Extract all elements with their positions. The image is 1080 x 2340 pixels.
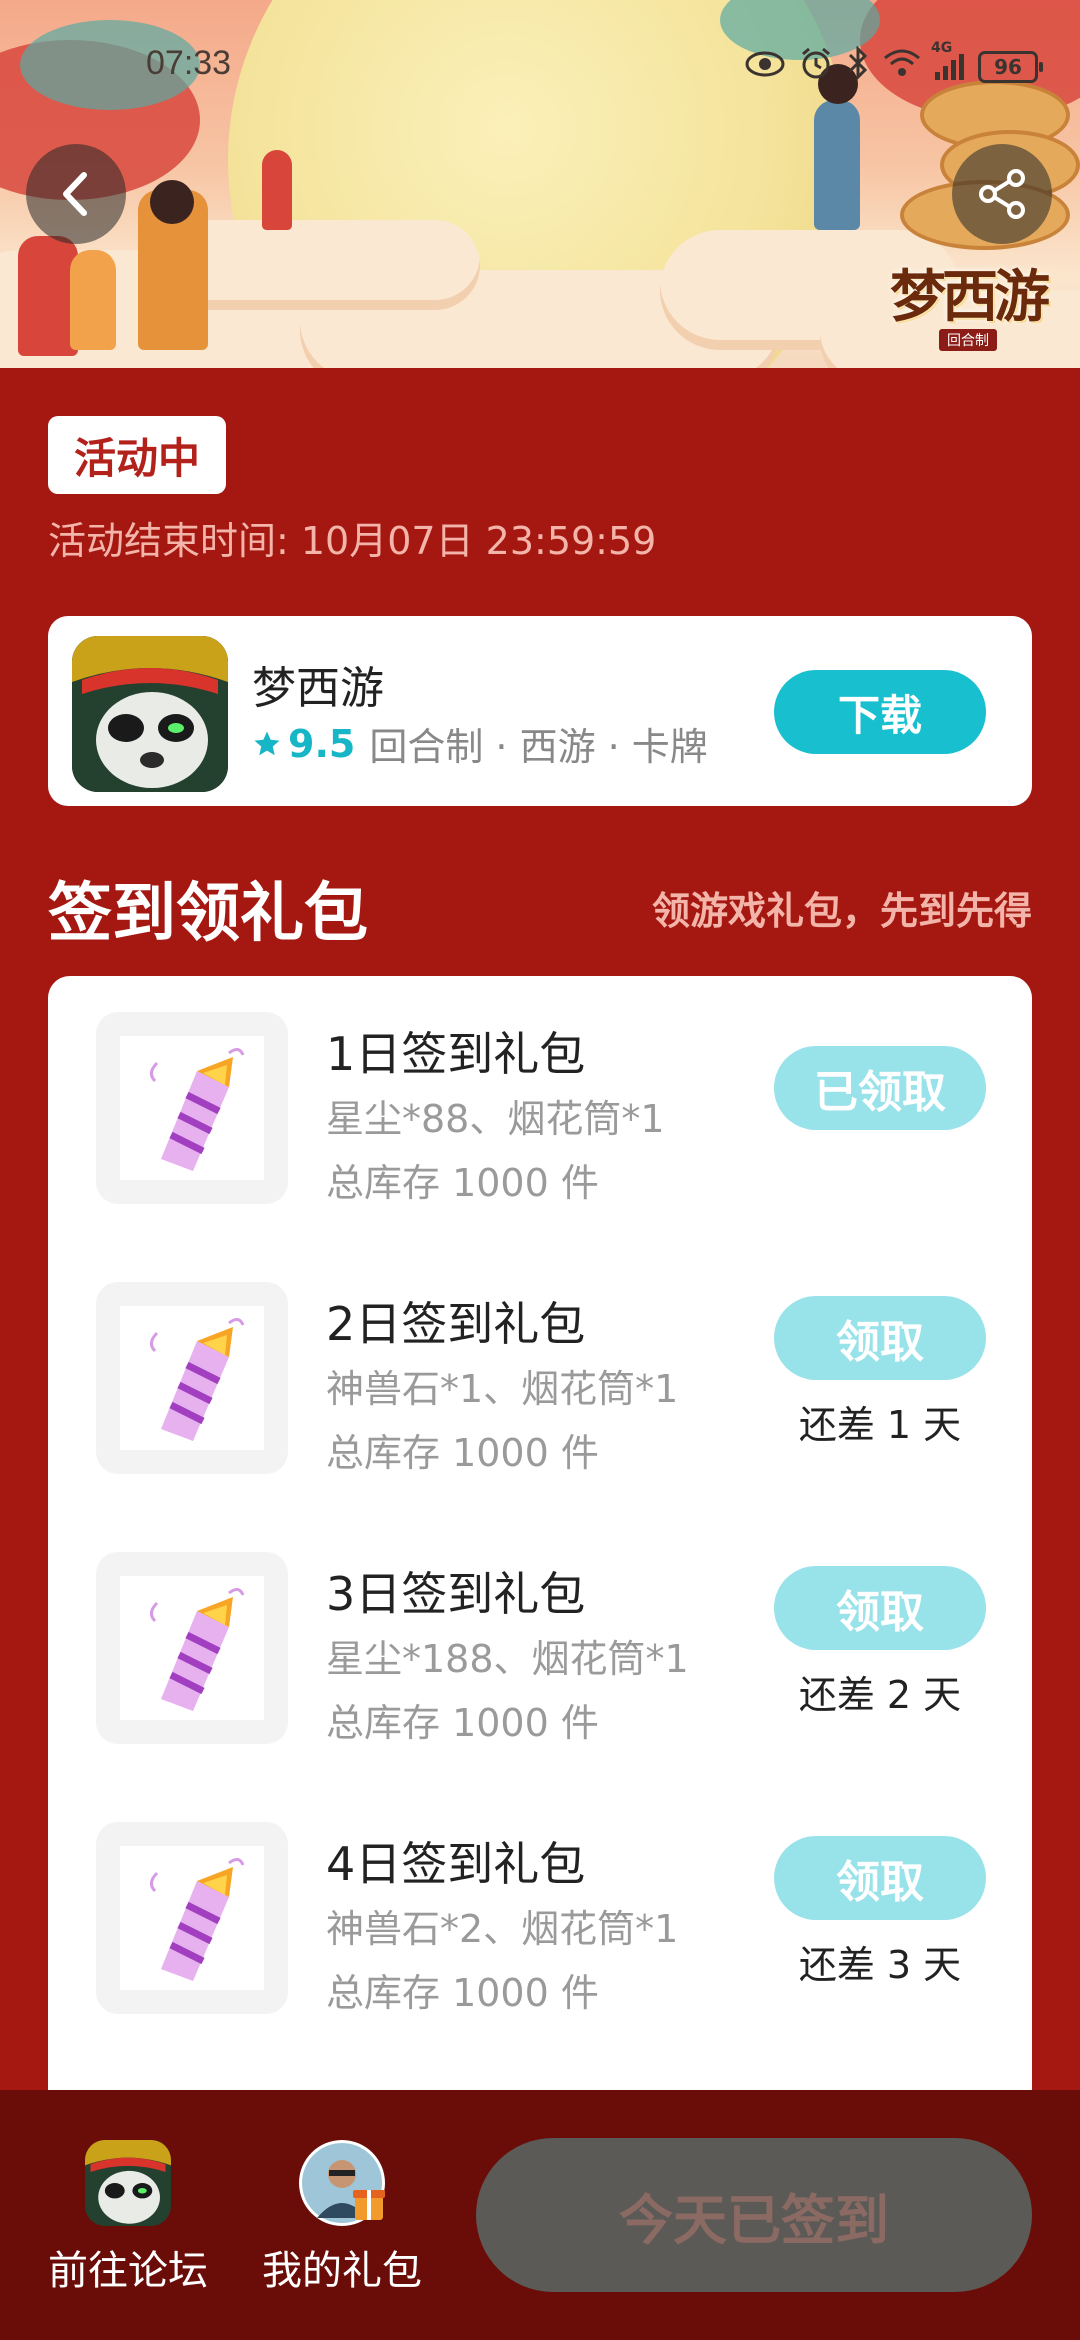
signed-in-button[interactable]: 今天已签到 xyxy=(476,2138,1032,2292)
game-tags: 回合制 · 西游 · 卡牌 xyxy=(369,725,708,769)
my-gifts-label: 我的礼包 xyxy=(262,2248,422,2294)
gift-list: 1日签到礼包 星尘*88、烟花筒*1 总库存 1000 件 已领取 2日签到礼包… xyxy=(48,976,1032,2096)
gift-title: 2日签到礼包 xyxy=(326,1297,586,1351)
share-button[interactable] xyxy=(952,144,1052,244)
battery-level: 96 xyxy=(994,55,1022,79)
gift-contents: 星尘*188、烟花筒*1 xyxy=(326,1637,689,1681)
claimed-button[interactable]: 已领取 xyxy=(774,1046,986,1130)
figure-illustration xyxy=(70,250,116,350)
gift-contents: 神兽石*1、烟花筒*1 xyxy=(326,1367,679,1411)
bluetooth-icon xyxy=(847,45,869,88)
figure-illustration xyxy=(262,150,292,230)
gift-stock: 总库存 1000 件 xyxy=(326,1431,599,1475)
gift-item: 4日签到礼包 神兽石*2、烟花筒*1 总库存 1000 件 领取 还差 3 天 xyxy=(48,1822,1032,2022)
game-rating-value: 9.5 xyxy=(288,721,356,766)
activity-status-badge: 活动中 xyxy=(48,416,227,494)
back-button[interactable] xyxy=(26,144,126,244)
gift-thumbnail xyxy=(96,1822,288,2014)
section-subtitle: 领游戏礼包，先到先得 xyxy=(651,889,1032,933)
game-icon xyxy=(85,2140,171,2226)
days-remaining: 还差 3 天 xyxy=(798,1943,962,1987)
share-icon xyxy=(979,169,1025,219)
gift-stock: 总库存 1000 件 xyxy=(326,1161,599,1205)
status-icons: 4G 96 xyxy=(745,40,1043,88)
game-card[interactable]: 梦西游 9.5 回合制 · 西游 · 卡牌 下载 xyxy=(48,616,1032,806)
alarm-icon xyxy=(799,46,833,88)
game-icon xyxy=(72,636,228,792)
gift-thumbnail xyxy=(96,1282,288,1474)
firework-tube-icon xyxy=(150,1318,245,1441)
battery-icon: 96 xyxy=(978,51,1043,83)
wifi-icon xyxy=(883,48,921,86)
status-time: 07:33 xyxy=(146,44,232,82)
game-logo-text: 梦西游 xyxy=(890,263,1050,330)
firework-tube-icon xyxy=(150,1858,245,1981)
game-logo: 梦西游 回合制 xyxy=(868,246,1068,356)
game-rating: 9.5 xyxy=(252,722,355,766)
gift-contents: 神兽石*2、烟花筒*1 xyxy=(326,1907,679,1951)
cellular-icon: 4G xyxy=(931,40,964,80)
star-icon xyxy=(254,731,280,755)
game-logo-tag: 回合制 xyxy=(939,328,997,351)
gift-contents: 星尘*88、烟花筒*1 xyxy=(326,1097,665,1141)
gift-item: 2日签到礼包 神兽石*1、烟花筒*1 总库存 1000 件 领取 还差 1 天 xyxy=(48,1282,1032,1482)
gift-title: 4日签到礼包 xyxy=(326,1837,586,1891)
days-remaining: 还差 1 天 xyxy=(798,1403,962,1447)
forum-link[interactable]: 前往论坛 xyxy=(48,2140,208,2296)
claim-button[interactable]: 领取 xyxy=(774,1836,986,1920)
eye-icon xyxy=(745,50,785,85)
gift-thumbnail xyxy=(96,1552,288,1744)
bottom-action-bar: 前往论坛 我的礼包 今天已签到 xyxy=(0,2090,1080,2340)
download-button[interactable]: 下载 xyxy=(774,670,986,754)
game-meta: 9.5 回合制 · 西游 · 卡牌 xyxy=(252,716,708,771)
gift-stock: 总库存 1000 件 xyxy=(326,1701,599,1745)
status-bar: 07:33 4G 96 xyxy=(0,0,1080,130)
game-name: 梦西游 xyxy=(252,663,384,714)
figure-illustration xyxy=(18,236,78,356)
gift-item: 3日签到礼包 星尘*188、烟花筒*1 总库存 1000 件 领取 还差 2 天 xyxy=(48,1552,1032,1752)
gift-stock: 总库存 1000 件 xyxy=(326,1971,599,2015)
my-gifts-link[interactable]: 我的礼包 xyxy=(262,2140,422,2296)
claim-button[interactable]: 领取 xyxy=(774,1296,986,1380)
network-type: 4G xyxy=(931,40,953,56)
gift-title: 3日签到礼包 xyxy=(326,1567,586,1621)
firework-tube-icon xyxy=(150,1588,245,1711)
forum-label: 前往论坛 xyxy=(48,2248,208,2294)
claim-button[interactable]: 领取 xyxy=(774,1566,986,1650)
section-title: 签到领礼包 xyxy=(48,877,368,951)
chevron-left-icon xyxy=(63,172,87,216)
avatar xyxy=(299,2140,385,2226)
activity-end-time: 活动结束时间: 10月07日 23:59:59 xyxy=(48,519,657,563)
decor-cloud xyxy=(160,220,480,310)
figure-illustration xyxy=(150,180,194,224)
firework-tube-icon xyxy=(150,1048,245,1171)
gift-item: 1日签到礼包 星尘*88、烟花筒*1 总库存 1000 件 已领取 xyxy=(48,1012,1032,1212)
header-banner: 梦西游 回合制 07:33 4G 96 xyxy=(0,0,1080,368)
gift-title: 1日签到礼包 xyxy=(326,1027,586,1081)
days-remaining: 还差 2 天 xyxy=(798,1673,962,1717)
gift-thumbnail xyxy=(96,1012,288,1204)
